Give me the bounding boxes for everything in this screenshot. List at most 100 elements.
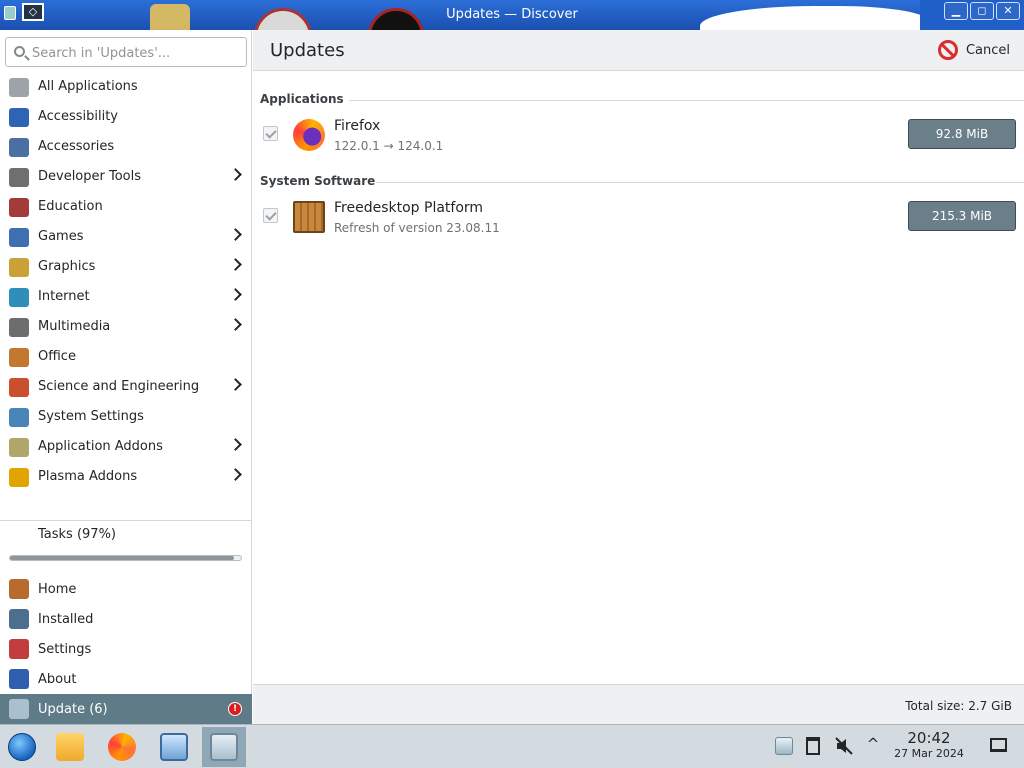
update-app-name: Firefox bbox=[334, 118, 381, 134]
taskbar-firefox[interactable] bbox=[100, 727, 144, 767]
chevron-right-icon bbox=[229, 438, 242, 451]
category-addons[interactable]: Application Addons bbox=[0, 432, 252, 462]
graphics-icon bbox=[9, 258, 29, 277]
search-box[interactable] bbox=[5, 37, 247, 67]
update-row-firefox[interactable]: Firefox 122.0.1 → 124.0.1 92.8 MiB bbox=[253, 112, 1024, 160]
category-label: Developer Tools bbox=[38, 169, 142, 184]
category-grid[interactable]: All Applications bbox=[0, 72, 252, 102]
category-system-settings[interactable]: System Settings bbox=[0, 402, 252, 432]
category-label: Accessibility bbox=[38, 109, 118, 124]
window-title: Updates — Discover bbox=[446, 7, 578, 22]
chevron-right-icon bbox=[229, 258, 242, 271]
search-icon bbox=[14, 46, 25, 57]
info-icon bbox=[9, 669, 29, 689]
settings-tools-icon bbox=[9, 639, 29, 659]
close-button[interactable]: ✕ bbox=[996, 2, 1020, 20]
category-science[interactable]: Science and Engineering bbox=[0, 372, 252, 402]
volume-muted-icon[interactable] bbox=[835, 737, 853, 755]
section-divider bbox=[376, 182, 1024, 183]
minimize-button[interactable]: ▁ bbox=[944, 2, 968, 20]
category-internet[interactable]: Internet bbox=[0, 282, 252, 312]
update-version-detail: 122.0.1 → 124.0.1 bbox=[334, 139, 444, 153]
grid-icon bbox=[9, 78, 29, 97]
category-developer-tools[interactable]: Developer Tools bbox=[0, 162, 252, 192]
update-size-button[interactable]: 92.8 MiB bbox=[908, 119, 1016, 149]
category-graphics[interactable]: Graphics bbox=[0, 252, 252, 282]
search-input[interactable] bbox=[32, 44, 242, 62]
nav-item-update[interactable]: Update (6)! bbox=[0, 694, 252, 724]
window-titlebar[interactable]: ◇ Updates — Discover ▁ ◻ ✕ bbox=[0, 0, 1024, 30]
installed-list-icon bbox=[9, 609, 29, 629]
show-desktop-button[interactable] bbox=[990, 738, 1007, 752]
addons-icon bbox=[9, 438, 29, 457]
update-app-name: Freedesktop Platform bbox=[334, 200, 484, 216]
page-header: Updates Cancel bbox=[253, 30, 1024, 71]
updates-footer: Total size: 2.7 GiB bbox=[253, 684, 1024, 724]
category-label: Education bbox=[38, 199, 103, 214]
nav-item-installed-list[interactable]: Installed bbox=[0, 604, 252, 634]
tasks-progress-fill bbox=[10, 556, 235, 560]
category-accessibility[interactable]: Accessibility bbox=[0, 102, 252, 132]
maximize-button[interactable]: ◻ bbox=[970, 2, 994, 20]
sidebar-divider bbox=[0, 520, 252, 521]
nav-item-settings-tools[interactable]: Settings bbox=[0, 634, 252, 664]
clock-time: 20:42 bbox=[907, 729, 951, 747]
update-row-freedesktop-platform[interactable]: Freedesktop Platform Refresh of version … bbox=[253, 194, 1024, 242]
clipboard-icon[interactable] bbox=[806, 737, 820, 755]
update-checkbox[interactable] bbox=[263, 126, 278, 141]
games-icon bbox=[9, 228, 29, 247]
update-size-button[interactable]: 215.3 MiB bbox=[908, 201, 1016, 231]
category-label: Accessories bbox=[38, 139, 115, 154]
clock-date: 27 Mar 2024 bbox=[894, 747, 964, 760]
system-settings-icon bbox=[9, 408, 29, 427]
chevron-right-icon bbox=[229, 378, 242, 391]
discover-icon bbox=[210, 733, 238, 761]
category-label: Multimedia bbox=[38, 319, 111, 334]
tray-expand-chevron-icon[interactable]: ^ bbox=[864, 735, 882, 753]
category-accessories[interactable]: Accessories bbox=[0, 132, 252, 162]
chevron-right-icon bbox=[229, 228, 242, 241]
chevron-right-icon bbox=[229, 168, 242, 181]
monitor-icon bbox=[160, 733, 188, 761]
cancel-label: Cancel bbox=[965, 42, 1010, 58]
taskbar-system-settings[interactable] bbox=[152, 727, 196, 767]
taskbar-panel: ^ 20:42 27 Mar 2024 bbox=[0, 724, 1024, 768]
nav-item-info[interactable]: About bbox=[0, 664, 252, 694]
taskbar-discover[interactable] bbox=[202, 727, 246, 767]
taskbar-file-manager[interactable] bbox=[48, 727, 92, 767]
update-icon bbox=[9, 699, 29, 719]
accessories-icon bbox=[9, 138, 29, 157]
update-version-detail: Refresh of version 23.08.11 bbox=[334, 221, 500, 235]
nav-item-home[interactable]: Home bbox=[0, 574, 252, 604]
main-content: Updates Cancel Applications Firefox 122.… bbox=[253, 30, 1024, 724]
nav-label: Settings bbox=[38, 642, 92, 657]
category-label: Internet bbox=[38, 289, 90, 304]
category-plasma-addons[interactable]: Plasma Addons bbox=[0, 462, 252, 492]
update-alert-badge: ! bbox=[228, 702, 242, 716]
home-icon bbox=[9, 579, 29, 599]
category-multimedia[interactable]: Multimedia bbox=[0, 312, 252, 342]
firefox-icon bbox=[293, 119, 325, 151]
section-divider bbox=[349, 100, 1024, 101]
plasma-addons-icon bbox=[9, 468, 29, 487]
nav-label: Installed bbox=[38, 612, 94, 627]
start-menu-button[interactable] bbox=[0, 727, 44, 767]
accessibility-icon bbox=[9, 108, 29, 127]
category-games[interactable]: Games bbox=[0, 222, 252, 252]
sidebar: All Applications Accessibility Accessories… bbox=[0, 30, 252, 724]
cancel-icon bbox=[937, 40, 958, 60]
category-office[interactable]: Office bbox=[0, 342, 252, 372]
digital-clock[interactable]: 20:42 27 Mar 2024 bbox=[888, 729, 970, 760]
category-education[interactable]: Education bbox=[0, 192, 252, 222]
category-list: All Applications Accessibility Accessories… bbox=[0, 72, 252, 492]
page-title: Updates bbox=[270, 40, 345, 61]
cancel-button[interactable]: Cancel bbox=[937, 40, 1010, 60]
category-label: Plasma Addons bbox=[38, 469, 138, 484]
category-label: Office bbox=[38, 349, 76, 364]
internet-icon bbox=[9, 288, 29, 307]
tasks-label[interactable]: Tasks (97%) bbox=[38, 527, 116, 542]
update-checkbox[interactable] bbox=[263, 208, 278, 223]
firefox-icon bbox=[108, 733, 136, 761]
update-notifier-icon[interactable] bbox=[775, 737, 793, 755]
nav-label: About bbox=[38, 672, 77, 687]
